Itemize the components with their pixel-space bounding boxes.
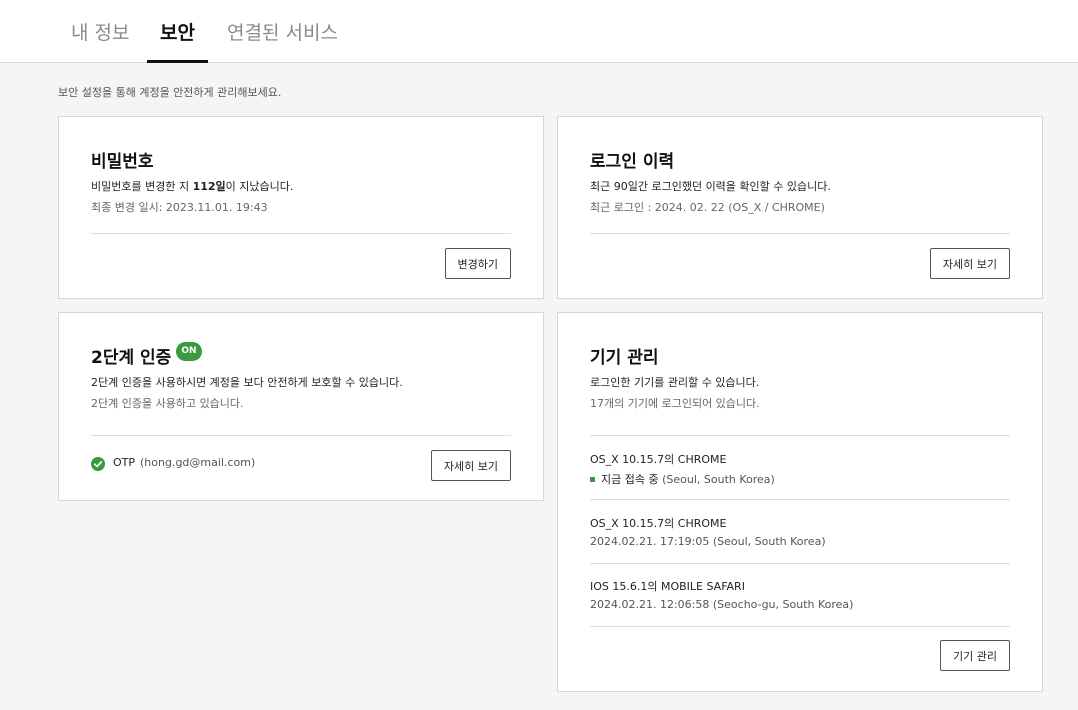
password-last-changed: 최종 변경 일시: 2023.11.01. 19:43 xyxy=(91,201,268,214)
active-tab-indicator xyxy=(147,60,208,63)
device-item: OS_X 10.15.7의 CHROME 2024.02.21. 17:19:0… xyxy=(590,515,1010,579)
status-badge: ON xyxy=(176,342,202,361)
divider xyxy=(590,233,1010,234)
otp-email: (hong.gd@mail.com) xyxy=(140,456,256,469)
two-factor-status: 2단계 인증을 사용하고 있습니다. xyxy=(91,397,244,410)
tab-connected-services[interactable]: 연결된 서비스 xyxy=(227,18,338,45)
divider xyxy=(590,435,1010,436)
login-history-card: 로그인 이력 최근 90일간 로그인했던 이력을 확인할 수 있습니다. 최근 … xyxy=(557,116,1043,299)
divider xyxy=(91,233,511,234)
two-factor-desc: 2단계 인증을 사용하시면 계정을 보다 안전하게 보호할 수 있습니다. xyxy=(91,376,403,389)
page-intro: 보안 설정을 통해 계정을 안전하게 관리해보세요. xyxy=(58,86,282,99)
device-item: OS_X 10.15.7의 CHROME 지금 접속 중 (Seoul, Sou… xyxy=(590,451,1010,515)
card-title: 2단계 인증 xyxy=(91,348,172,368)
device-item: IOS 15.6.1의 MOBILE SAFARI 2024.02.21. 12… xyxy=(590,578,1010,642)
password-age-text: 비밀번호를 변경한 지 112일이 지났습니다. xyxy=(91,180,294,193)
otp-label: OTP xyxy=(113,456,136,469)
tab-bar: 내 정보 보안 연결된 서비스 xyxy=(0,0,1078,63)
manage-devices-button[interactable]: 기기 관리 xyxy=(940,640,1010,671)
device-name: OS_X 10.15.7의 CHROME xyxy=(590,517,727,530)
divider xyxy=(590,626,1010,627)
divider xyxy=(590,563,1010,564)
login-history-desc: 최근 90일간 로그인했던 이력을 확인할 수 있습니다. xyxy=(590,180,831,193)
device-desc: 로그인한 기기를 관리할 수 있습니다. xyxy=(590,376,760,389)
device-status: 2024.02.21. 12:06:58 (Seocho-gu, South K… xyxy=(590,598,854,611)
two-factor-card: 2단계 인증 ON 2단계 인증을 사용하시면 계정을 보다 안전하게 보호할 … xyxy=(58,312,544,501)
card-title: 비밀번호 xyxy=(91,152,154,172)
tab-my-info[interactable]: 내 정보 xyxy=(71,18,129,45)
device-status: 지금 접속 중 (Seoul, South Korea) xyxy=(590,471,775,487)
device-status: 2024.02.21. 17:19:05 (Seoul, South Korea… xyxy=(590,535,826,548)
live-indicator-icon xyxy=(590,476,595,482)
divider xyxy=(91,435,511,436)
two-factor-detail-button[interactable]: 자세히 보기 xyxy=(430,450,511,481)
device-count: 17개의 기기에 로그인되어 있습니다. xyxy=(590,397,760,410)
tab-security[interactable]: 보안 xyxy=(160,18,195,45)
device-management-card: 기기 관리 로그인한 기기를 관리할 수 있습니다. 17개의 기기에 로그인되… xyxy=(557,312,1043,692)
check-circle-icon xyxy=(91,457,105,471)
change-password-button[interactable]: 변경하기 xyxy=(444,248,511,279)
login-history-detail-button[interactable]: 자세히 보기 xyxy=(929,248,1010,279)
device-name: IOS 15.6.1의 MOBILE SAFARI xyxy=(590,580,745,593)
device-name: OS_X 10.15.7의 CHROME xyxy=(590,453,727,466)
password-card: 비밀번호 비밀번호를 변경한 지 112일이 지났습니다. 최종 변경 일시: … xyxy=(58,116,544,299)
divider xyxy=(590,499,1010,500)
last-login-text: 최근 로그인 : 2024. 02. 22 (OS_X / CHROME) xyxy=(590,201,825,214)
card-title: 기기 관리 xyxy=(590,348,659,368)
password-age-days: 112일 xyxy=(192,180,226,193)
card-title: 로그인 이력 xyxy=(590,152,675,172)
